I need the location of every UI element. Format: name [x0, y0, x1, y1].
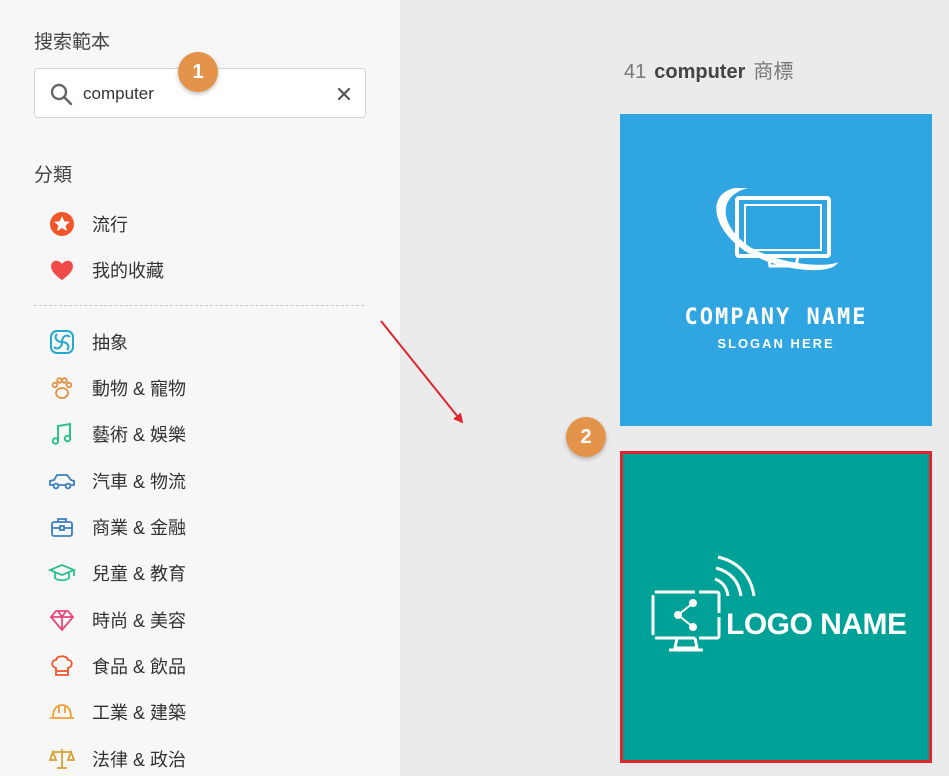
- sidebar-item-law[interactable]: 法律 & 政治: [48, 744, 348, 774]
- company-name-text: COMPANY NAME: [684, 305, 868, 330]
- chef-hat-icon: [48, 652, 76, 680]
- step-2-badge: 2: [566, 417, 606, 457]
- result-count: 41 computer 商標: [624, 55, 793, 84]
- computer-logo-icon: [716, 188, 838, 271]
- sidebar-item-label: 工業 & 建築: [92, 703, 187, 723]
- graduation-cap-icon: [48, 559, 76, 587]
- star-badge-icon: [48, 210, 76, 238]
- scales-icon: [48, 745, 76, 773]
- sidebar-item-animals[interactable]: 動物 & 寵物: [48, 373, 348, 403]
- abstract-swirl-icon: [48, 328, 76, 356]
- step-1-badge: 1: [178, 52, 218, 92]
- logo-name-text: LOGO NAME: [726, 608, 907, 641]
- sidebar-item-label: 流行: [92, 215, 128, 235]
- music-note-icon: [48, 420, 76, 448]
- sidebar-item-abstract[interactable]: 抽象: [48, 327, 348, 357]
- sidebar-item-food[interactable]: 食品 & 飲品: [48, 651, 348, 681]
- sidebar-item-label: 食品 & 飲品: [92, 657, 187, 677]
- sidebar-item-label: 商業 & 金融: [92, 518, 187, 538]
- sidebar-item-business[interactable]: 商業 & 金融: [48, 512, 348, 542]
- sidebar-item-auto[interactable]: 汽車 & 物流: [48, 466, 348, 496]
- category-title: 分類: [34, 165, 73, 186]
- result-count-number: 41: [624, 61, 647, 83]
- sidebar-item-fashion[interactable]: 時尚 & 美容: [48, 605, 348, 635]
- sidebar-item-popular[interactable]: 流行: [48, 209, 348, 239]
- result-suffix: 商標: [753, 61, 794, 83]
- logo-card-company[interactable]: COMPANY NAME SLOGAN HERE: [620, 114, 932, 426]
- result-search-term: computer: [654, 61, 746, 83]
- sidebar-item-label: 動物 & 寵物: [92, 379, 187, 399]
- logo-card-selected[interactable]: LOGO NAME: [620, 451, 932, 763]
- sidebar-item-label: 汽車 & 物流: [92, 472, 187, 492]
- sidebar-item-label: 抽象: [92, 333, 128, 353]
- slogan-text: SLOGAN HERE: [717, 336, 835, 351]
- paw-icon: [48, 374, 76, 402]
- sidebar-item-label: 兒童 & 教育: [92, 564, 187, 584]
- divider: [34, 305, 364, 306]
- sidebar-item-label: 法律 & 政治: [92, 750, 187, 770]
- sidebar-item-label: 藝術 & 娛樂: [92, 425, 187, 445]
- sidebar: 搜索範本 分類 流行 我的收藏 抽象 動物 & 寵物: [0, 0, 400, 776]
- search-title: 搜索範本: [34, 32, 111, 53]
- sidebar-item-label: 時尚 & 美容: [92, 611, 187, 631]
- diamond-icon: [48, 606, 76, 634]
- sidebar-item-education[interactable]: 兒童 & 教育: [48, 558, 348, 588]
- sidebar-item-favorites[interactable]: 我的收藏: [48, 255, 348, 285]
- sidebar-item-arts[interactable]: 藝術 & 娛樂: [48, 419, 348, 449]
- search-icon: [50, 83, 73, 106]
- monitor-share-logo-icon: [651, 555, 756, 652]
- hard-hat-icon: [48, 698, 76, 726]
- sidebar-item-industry[interactable]: 工業 & 建築: [48, 697, 348, 727]
- heart-icon: [48, 256, 76, 284]
- car-icon: [48, 467, 76, 495]
- clear-icon[interactable]: [336, 86, 352, 102]
- briefcase-icon: [48, 513, 76, 541]
- sidebar-item-label: 我的收藏: [92, 261, 164, 281]
